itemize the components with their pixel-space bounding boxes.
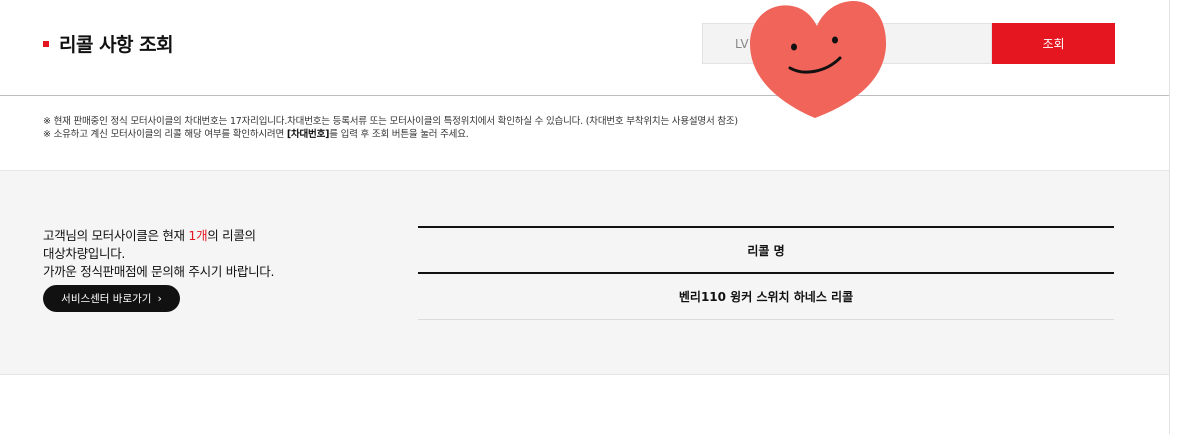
notice-text: ※ 현재 판매중인 정식 모터사이클의 차대번호는 17자리입니다.차대번호는 …	[43, 115, 738, 141]
recall-result-message: 고객님의 모터사이클은 현재 1개의 리콜의 대상차량입니다. 가까운 정식판매…	[43, 228, 275, 279]
right-border	[1169, 0, 1170, 434]
service-center-label: 서비스센터 바로가기	[61, 293, 152, 305]
notice-line-2: ※ 소유하고 계신 모터사이클의 리콜 해당 여부를 확인하시려면 [차대번호]…	[43, 129, 469, 140]
recall-count: 1개	[188, 228, 208, 243]
page-title: 리콜 사항 조회	[59, 34, 174, 56]
page-header: 리콜 사항 조회	[43, 30, 174, 57]
table-row: 벤리110 윙커 스위치 하네스 리콜	[418, 274, 1114, 320]
result-panel: 고객님의 모터사이클은 현재 1개의 리콜의 대상차량입니다. 가까운 정식판매…	[0, 170, 1169, 375]
service-center-button[interactable]: 서비스센터 바로가기 ›	[43, 285, 180, 312]
chevron-right-icon: ›	[157, 292, 162, 305]
recall-inquiry-page: 리콜 사항 조회 조회 ※ 현재 판매중인 정식 모터사이클의 차대번호는 17…	[0, 0, 1200, 434]
header-divider	[0, 95, 1169, 96]
recall-table: 리콜 명 벤리110 윙커 스위치 하네스 리콜	[418, 226, 1114, 320]
table-header-recall-name: 리콜 명	[747, 243, 785, 258]
notice-line-1: ※ 현재 판매중인 정식 모터사이클의 차대번호는 17자리입니다.차대번호는 …	[43, 116, 738, 127]
title-bullet-icon	[43, 40, 49, 47]
heart-smiley-sticker-icon	[750, 0, 887, 118]
vin-emphasis: [차대번호]	[286, 129, 330, 140]
search-button[interactable]: 조회	[992, 23, 1115, 64]
